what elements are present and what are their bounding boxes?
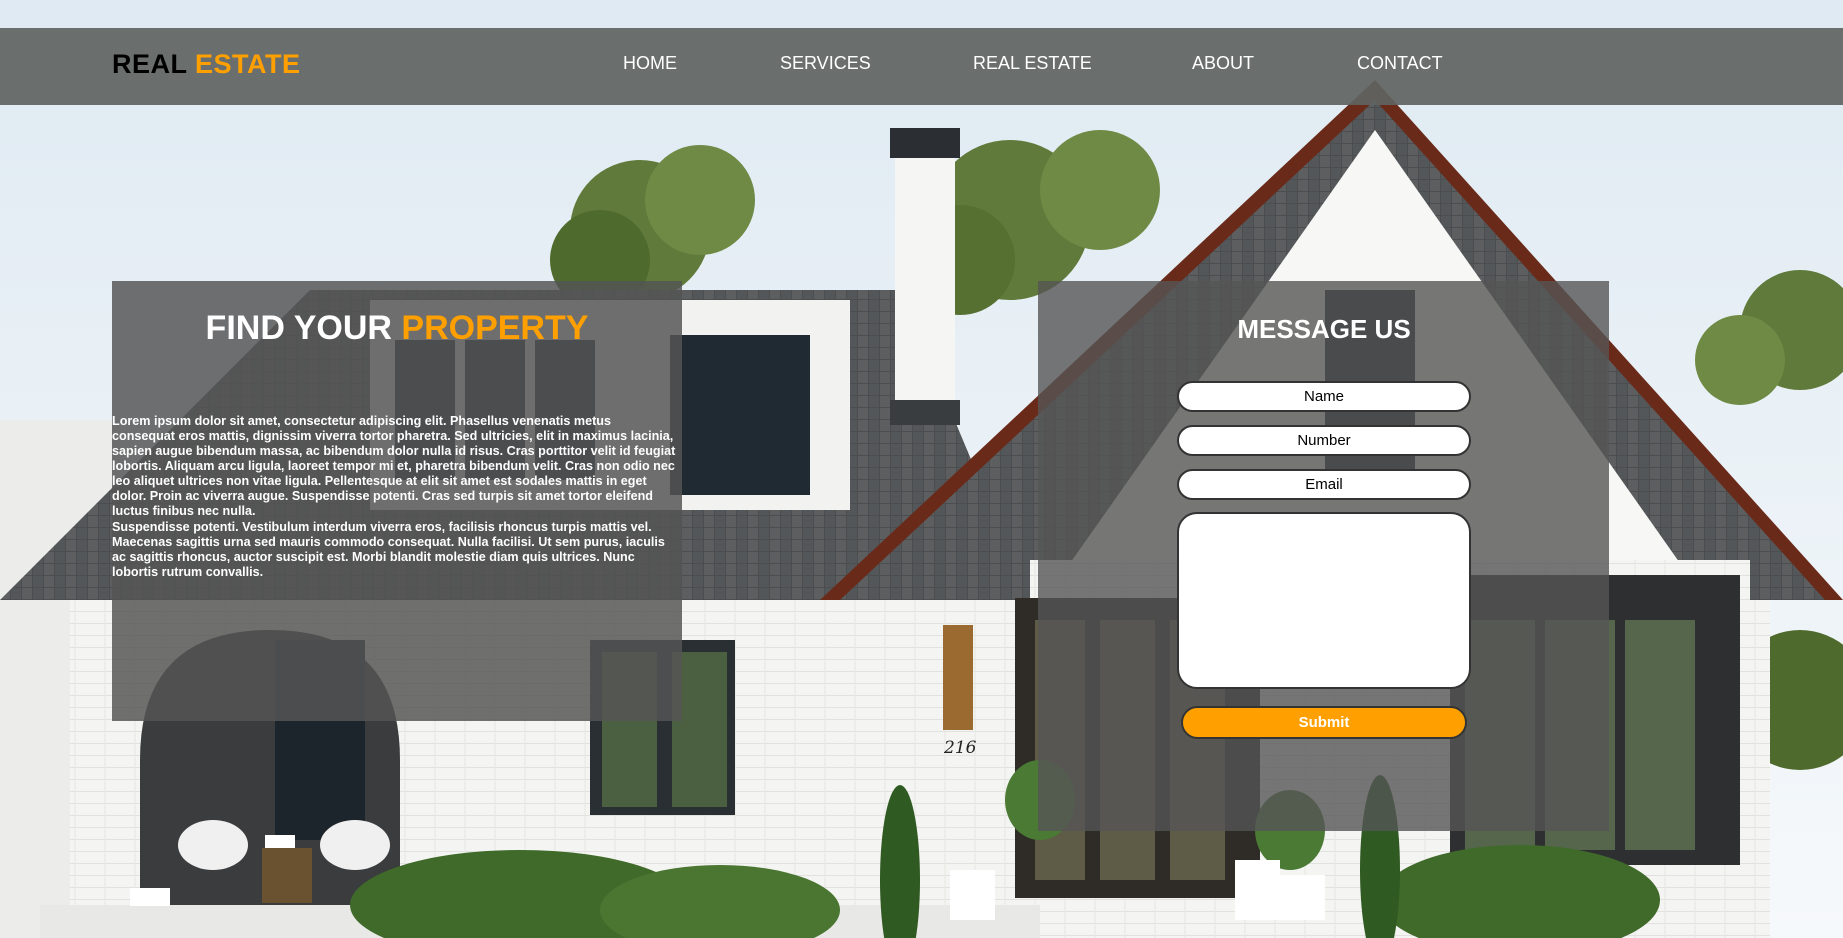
logo-text-estate: ESTATE [195,49,301,79]
email-input[interactable] [1177,469,1471,500]
find-property-title: FIND YOUR PROPERTY [112,309,682,348]
nav-link-services[interactable]: SERVICES [780,53,871,74]
submit-button[interactable]: Submit [1181,706,1467,739]
find-property-title-part1: FIND YOUR [205,309,392,347]
find-property-title-part2: PROPERTY [401,309,589,347]
site-logo[interactable]: REAL ESTATE [112,49,301,80]
intro-paragraph-1: Lorem ipsum dolor sit amet, consectetur … [112,414,676,518]
nav-link-about[interactable]: ABOUT [1192,53,1254,74]
nav-link-contact[interactable]: CONTACT [1357,53,1443,74]
nav-link-real-estate[interactable]: REAL ESTATE [973,53,1092,74]
nav-link-home[interactable]: HOME [623,53,677,74]
house-number: 216 [943,738,977,758]
logo-text-real: REAL [112,49,188,79]
intro-paragraph-2: Suspendisse potenti. Vestibulum interdum… [112,520,665,579]
name-input[interactable] [1177,381,1471,412]
number-input[interactable] [1177,425,1471,456]
message-us-title: MESSAGE US [1237,314,1411,344]
message-textarea[interactable] [1177,512,1471,689]
